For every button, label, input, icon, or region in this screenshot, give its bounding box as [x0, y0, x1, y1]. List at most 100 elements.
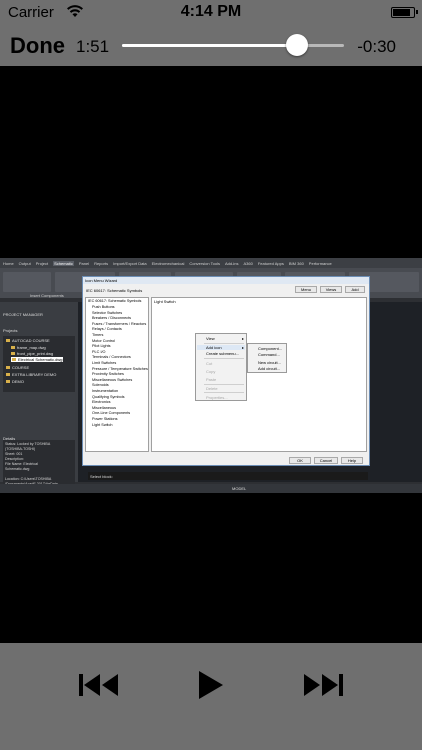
detail-line: Description: — [5, 457, 24, 461]
play-button[interactable] — [196, 665, 226, 705]
ribbon-tab[interactable]: Electromechanical — [152, 261, 185, 266]
submenu-arrow-icon: ▸ — [241, 345, 244, 350]
clock: 4:14 PM — [180, 3, 242, 20]
ribbon-tab[interactable]: Output — [19, 261, 31, 266]
project-item[interactable]: frame_map.dwg — [11, 345, 46, 350]
tree-item[interactable]: Electronics — [92, 400, 111, 404]
menu-button[interactable]: Menu — [295, 286, 317, 293]
tree-item[interactable]: Qualifying Symbols — [92, 395, 125, 399]
ribbon-tab[interactable]: Import/Export Data — [113, 261, 147, 266]
tree-item[interactable]: Fuses / Transformers / Reactors — [92, 322, 146, 326]
tree-item[interactable]: Instrumentation — [92, 389, 118, 393]
battery-icon — [391, 7, 418, 18]
tree-item[interactable]: Proximity Switches — [92, 372, 124, 376]
tree-item[interactable]: One-Line Components — [92, 411, 130, 415]
dialog-title: Icon Menu Wizard — [83, 277, 369, 284]
submenu-item-command[interactable]: Command... — [258, 352, 280, 357]
tree-item[interactable]: Light Switch — [92, 423, 112, 427]
project-item[interactable]: front_pipe_print.dwg — [11, 351, 53, 356]
project-manager-title: PROJECT MANAGER — [3, 312, 43, 317]
project-item[interactable]: DEMO — [6, 379, 24, 384]
menu-item-paste[interactable]: Paste — [206, 377, 216, 382]
tree-item[interactable]: Miscellaneous Switches — [92, 378, 132, 382]
tree-item[interactable]: Pilot Lights — [92, 344, 111, 348]
submenu-item-add-circuit[interactable]: Add circuit... — [258, 366, 280, 371]
project-item[interactable]: COURSE — [6, 365, 29, 370]
scrubber-thumb[interactable] — [286, 34, 309, 56]
context-menu: View ▸ Add icon ▸ Create submenu... Cut … — [195, 333, 247, 401]
model-label[interactable]: MODEL — [232, 486, 246, 491]
command-prompt: Select block: — [90, 474, 113, 479]
ribbon-tab[interactable]: Performance — [309, 261, 332, 266]
tree-item[interactable]: Power Stations — [92, 417, 118, 421]
ribbon-tab[interactable]: Add-ins — [225, 261, 239, 266]
ribbon-tabs: Home Output Project Schematic Panel Reports Im… — [0, 258, 422, 268]
skip-back-icon — [79, 674, 118, 696]
status-bar: Carrier 4:14 PM — [0, 0, 422, 22]
tree-item[interactable]: Limit Switches — [92, 361, 116, 365]
add-icon-submenu: Component... Command... New circuit... A… — [247, 343, 287, 373]
tree-item[interactable]: Solenoids — [92, 383, 109, 387]
ribbon-tab[interactable]: Schematic — [53, 261, 74, 266]
add-button[interactable]: Add — [345, 286, 365, 293]
ribbon-tab[interactable]: Reports — [94, 261, 108, 266]
help-button[interactable]: Help — [341, 457, 363, 464]
menu-item-add-icon[interactable]: Add icon — [197, 345, 245, 350]
tree-item[interactable]: Motor Control — [92, 339, 115, 343]
ribbon-tab[interactable]: A360 — [244, 261, 253, 266]
tree-item[interactable]: Pressure / Temperature Switches — [92, 367, 148, 371]
next-button[interactable] — [300, 665, 344, 705]
icon-pane[interactable]: Light Switch — [151, 297, 367, 452]
status-bar-autocad: MODEL — [0, 484, 422, 493]
project-item[interactable]: EXTRA LIBRARY DEMO — [6, 372, 56, 377]
ribbon-tab[interactable]: Conversion Tools — [189, 261, 220, 266]
previous-button[interactable] — [78, 665, 122, 705]
symbol-tree[interactable]: IEC 60617: Schematic Symbols Push Button… — [85, 297, 149, 452]
ribbon-tab[interactable]: Project — [36, 261, 48, 266]
ribbon-tab[interactable]: Featured Apps — [258, 261, 284, 266]
insert-components-label: Insert Components — [30, 293, 64, 298]
submenu-item-component[interactable]: Component... — [258, 346, 282, 351]
cancel-button[interactable]: Cancel — [314, 457, 338, 464]
project-item-selected[interactable]: Electrical Schematic.dwg — [11, 357, 64, 362]
tree-item[interactable]: Push Buttons — [92, 305, 115, 309]
tree-root[interactable]: IEC 60617: Schematic Symbols — [88, 299, 141, 303]
menu-item-delete[interactable]: Delete — [206, 386, 218, 391]
project-list: AUTOCAD COURSE frame_map.dwg front_pipe_… — [3, 336, 75, 392]
scrubber-track[interactable] — [122, 44, 344, 47]
dialog-toolbar: IEC 60617: Schematic Symbols Menu Views … — [85, 286, 367, 295]
dialog-path: IEC 60617: Schematic Symbols — [86, 288, 143, 293]
projects-label: Projects — [3, 328, 18, 333]
command-line[interactable]: Select block: — [88, 472, 368, 480]
ribbon-tab[interactable]: BIM 360 — [289, 261, 304, 266]
done-button[interactable]: Done — [10, 33, 65, 59]
detail-line: File Name: Electrical — [5, 462, 38, 466]
submenu-item-new-circuit[interactable]: New circuit... — [258, 360, 281, 365]
elapsed-time: 1:51 — [76, 37, 110, 56]
project-manager-panel: PROJECT MANAGER Projects AUTOCAD COURSE … — [0, 302, 78, 493]
menu-item-create-submenu[interactable]: Create submenu... — [206, 351, 239, 356]
tree-item[interactable]: Relays / Contacts — [92, 327, 122, 331]
player-top-bar: Carrier 4:14 PM Done 1:51 -0:30 — [0, 0, 422, 66]
menu-item-cut[interactable]: Cut — [206, 361, 212, 366]
transport-bar — [0, 643, 422, 750]
ok-button[interactable]: OK — [289, 457, 311, 464]
ribbon-tab[interactable]: Panel — [79, 261, 89, 266]
tree-item[interactable]: Terminals / Connectors — [92, 355, 131, 359]
tree-item[interactable]: Timers — [92, 333, 103, 337]
video-frame[interactable]: Home Output Project Schematic Panel Reports Im… — [0, 258, 422, 493]
menu-item-copy[interactable]: Copy — [206, 369, 215, 374]
detail-line: Location: C:\Users\TOSHIBA — [5, 477, 52, 481]
play-icon — [199, 671, 223, 699]
menu-item-view[interactable]: View — [206, 336, 215, 341]
tree-item[interactable]: Miscellaneous — [92, 406, 116, 410]
menu-item-properties[interactable]: Properties... — [206, 395, 228, 400]
tree-item[interactable]: Breakers / Disconnects — [92, 316, 131, 320]
tree-item[interactable]: Selector Switches — [92, 311, 122, 315]
views-button[interactable]: Views — [320, 286, 342, 293]
project-item[interactable]: AUTOCAD COURSE — [6, 338, 50, 343]
remaining-time: -0:30 — [357, 37, 396, 56]
ribbon-tab[interactable]: Home — [3, 261, 14, 266]
detail-line: Schematic.dwg — [5, 467, 30, 471]
tree-item[interactable]: PLC I/O — [92, 350, 106, 354]
